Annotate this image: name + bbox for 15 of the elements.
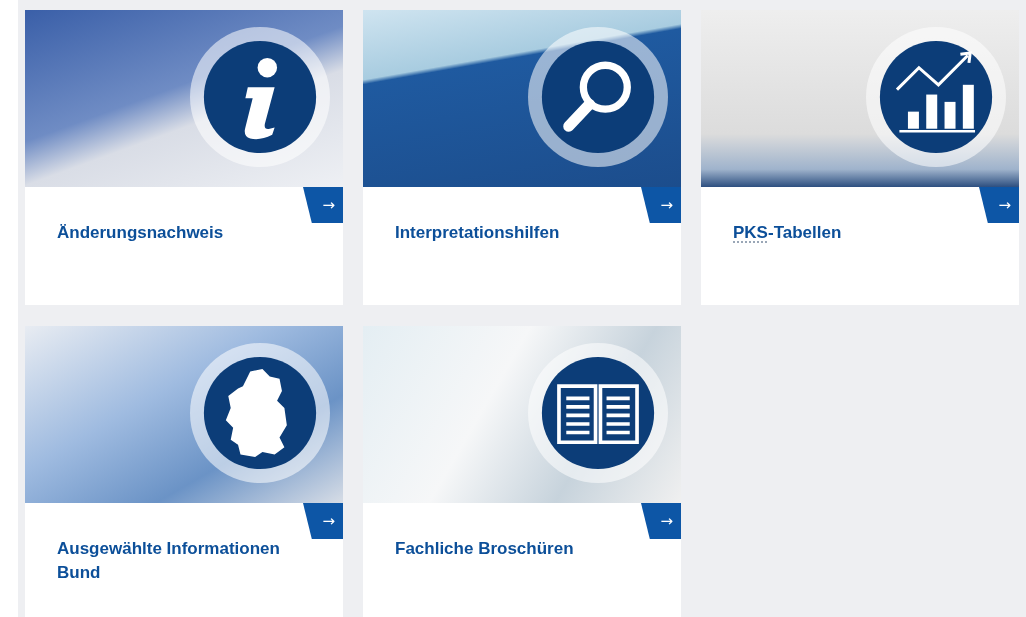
card-title[interactable]: Änderungsnachweis <box>57 221 319 245</box>
teaser-card[interactable]: → Fachliche Broschüren <box>363 326 681 617</box>
arrow-link[interactable]: → <box>303 187 343 223</box>
card-title[interactable]: Interpretationshilfen <box>395 221 657 245</box>
card-title[interactable]: Fachliche Broschüren <box>395 537 657 561</box>
arrow-link[interactable]: → <box>979 187 1019 223</box>
arrow-link[interactable]: → <box>641 187 681 223</box>
card-title[interactable]: PKS-Tabellen <box>733 221 995 245</box>
teaser-card[interactable]: → Ausgewählte Informationen Bund <box>25 326 343 617</box>
arrow-link[interactable]: → <box>641 503 681 539</box>
card-title[interactable]: Ausgewählte Informationen Bund <box>57 537 319 585</box>
arrow-link[interactable]: → <box>303 503 343 539</box>
teaser-card[interactable]: → PKS-Tabellen <box>701 10 1019 305</box>
teaser-card[interactable]: → Änderungsnachweis <box>25 10 343 305</box>
teaser-card[interactable]: → Interpretationshilfen <box>363 10 681 305</box>
